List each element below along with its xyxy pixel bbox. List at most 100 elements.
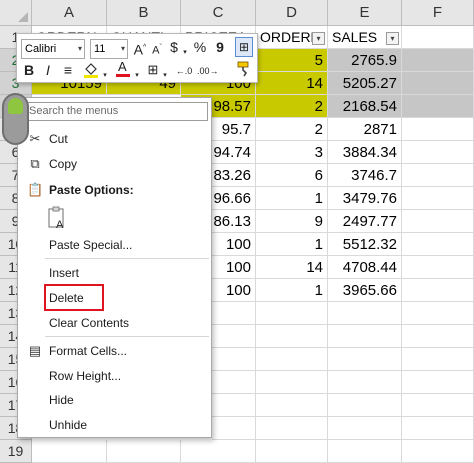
filter-dropdown-icon[interactable]: ▾ [312,32,325,45]
increase-decimal-icon[interactable]: ←.0 [175,62,193,80]
column-header-c[interactable]: C [181,0,256,26]
currency-format-button[interactable]: $ [167,38,181,56]
cell-e17[interactable] [328,394,402,417]
cell-d2[interactable]: 5 [256,49,328,72]
menu-item-clear-contents[interactable]: Clear Contents [49,315,129,331]
cell-e13[interactable] [328,302,402,325]
cell-f13[interactable] [402,302,474,325]
merge-center-icon[interactable]: ⊞ [235,37,253,57]
chevron-down-icon[interactable]: ▾ [101,67,109,85]
menu-item-format-cells[interactable]: Format Cells... [49,343,127,359]
cell-e6[interactable]: 3884.34 [328,141,402,164]
cell-e2[interactable]: 2765.9 [328,49,402,72]
cell-f2[interactable] [402,49,474,72]
cell-d18[interactable] [256,417,328,440]
decrease-decimal-icon[interactable]: .00→ [197,62,219,80]
cell-e12[interactable]: 3965.66 [328,279,402,302]
menu-item-hide[interactable]: Hide [49,392,74,408]
decrease-font-size-icon[interactable]: Aˇ [150,39,164,60]
cell-d5[interactable]: 2 [256,118,328,141]
cell-e19[interactable] [328,440,402,463]
font-size-box[interactable]: 11 ▾ [90,39,128,59]
menu-item-paste-special[interactable]: Paste Special... [49,237,132,253]
menu-item-unhide[interactable]: Unhide [49,417,87,433]
cell-f19[interactable] [402,440,474,463]
cell-a19[interactable] [32,440,107,463]
increase-font-size-icon[interactable]: A^ [133,39,147,59]
cell-c16[interactable] [212,371,256,394]
cell-e7[interactable]: 3746.7 [328,164,402,187]
select-all-corner[interactable] [0,0,32,26]
borders-icon[interactable]: ⊞ [145,61,161,79]
cell-d11[interactable]: 14 [256,256,328,279]
cell-e14[interactable] [328,325,402,348]
font-name-box[interactable]: Calibri ▾ [21,39,85,59]
cell-c13[interactable] [212,302,256,325]
column-header-e[interactable]: E [328,0,402,26]
cell-c14[interactable] [212,325,256,348]
cell-f18[interactable] [402,417,474,440]
cell-e3[interactable]: 5205.27 [328,72,402,95]
cell-f10[interactable] [402,233,474,256]
cell-c15[interactable] [212,348,256,371]
cell-d8[interactable]: 1 [256,187,328,210]
cell-e11[interactable]: 4708.44 [328,256,402,279]
cell-f14[interactable] [402,325,474,348]
cell-f4[interactable] [402,95,474,118]
font-color-icon[interactable]: A [115,59,131,83]
cell-c17[interactable] [212,394,256,417]
cell-f9[interactable] [402,210,474,233]
chevron-down-icon[interactable]: ▾ [161,67,169,85]
cell-f11[interactable] [402,256,474,279]
cell-e15[interactable] [328,348,402,371]
column-header-f[interactable]: F [402,0,474,26]
cell-f16[interactable] [402,371,474,394]
cell-f12[interactable] [402,279,474,302]
menu-item-row-height[interactable]: Row Height... [49,368,121,384]
cell-e16[interactable] [328,371,402,394]
align-center-icon[interactable]: ≡ [61,61,75,79]
cell-e5[interactable]: 2871 [328,118,402,141]
percent-format-button[interactable]: % [192,38,208,56]
cell-d13[interactable] [256,302,328,325]
cell-f3[interactable] [402,72,474,95]
cell-e9[interactable]: 2497.77 [328,210,402,233]
filter-dropdown-icon[interactable]: ▾ [386,32,399,45]
format-painter-icon[interactable] [235,60,253,82]
menu-item-copy[interactable]: Copy [49,156,77,172]
italic-button[interactable]: I [42,61,54,79]
cell-c19[interactable] [181,440,256,463]
chevron-down-icon[interactable]: ▾ [133,67,141,85]
fill-color-icon[interactable] [83,61,99,83]
cell-f15[interactable] [402,348,474,371]
cell-f7[interactable] [402,164,474,187]
cell-e4[interactable]: 2168.54 [328,95,402,118]
cell-e8[interactable]: 3479.76 [328,187,402,210]
cell-d17[interactable] [256,394,328,417]
column-header-a[interactable]: A [32,0,107,26]
cell-b19[interactable] [107,440,181,463]
bold-button[interactable]: B [22,61,36,79]
cell-d10[interactable]: 1 [256,233,328,256]
cell-d9[interactable]: 9 [256,210,328,233]
cell-f6[interactable] [402,141,474,164]
comma-style-button[interactable]: 9 [213,38,227,56]
cell-e18[interactable] [328,417,402,440]
column-header-d[interactable]: D [256,0,328,26]
cell-f1[interactable] [402,26,474,49]
cell-d15[interactable] [256,348,328,371]
menu-search-input[interactable]: Search the menus [25,102,208,121]
menu-item-cut[interactable]: Cut [49,131,68,147]
cell-d12[interactable]: 1 [256,279,328,302]
cell-d7[interactable]: 6 [256,164,328,187]
cell-c18[interactable] [212,417,256,440]
paste-option-icon[interactable]: A [46,206,70,232]
chevron-down-icon[interactable]: ▾ [181,44,189,62]
column-header-b[interactable]: B [107,0,181,26]
cell-d6[interactable]: 3 [256,141,328,164]
cell-f17[interactable] [402,394,474,417]
cell-d16[interactable] [256,371,328,394]
cell-f5[interactable] [402,118,474,141]
cell-d3[interactable]: 14 [256,72,328,95]
touch-handle-icon[interactable] [2,93,29,145]
